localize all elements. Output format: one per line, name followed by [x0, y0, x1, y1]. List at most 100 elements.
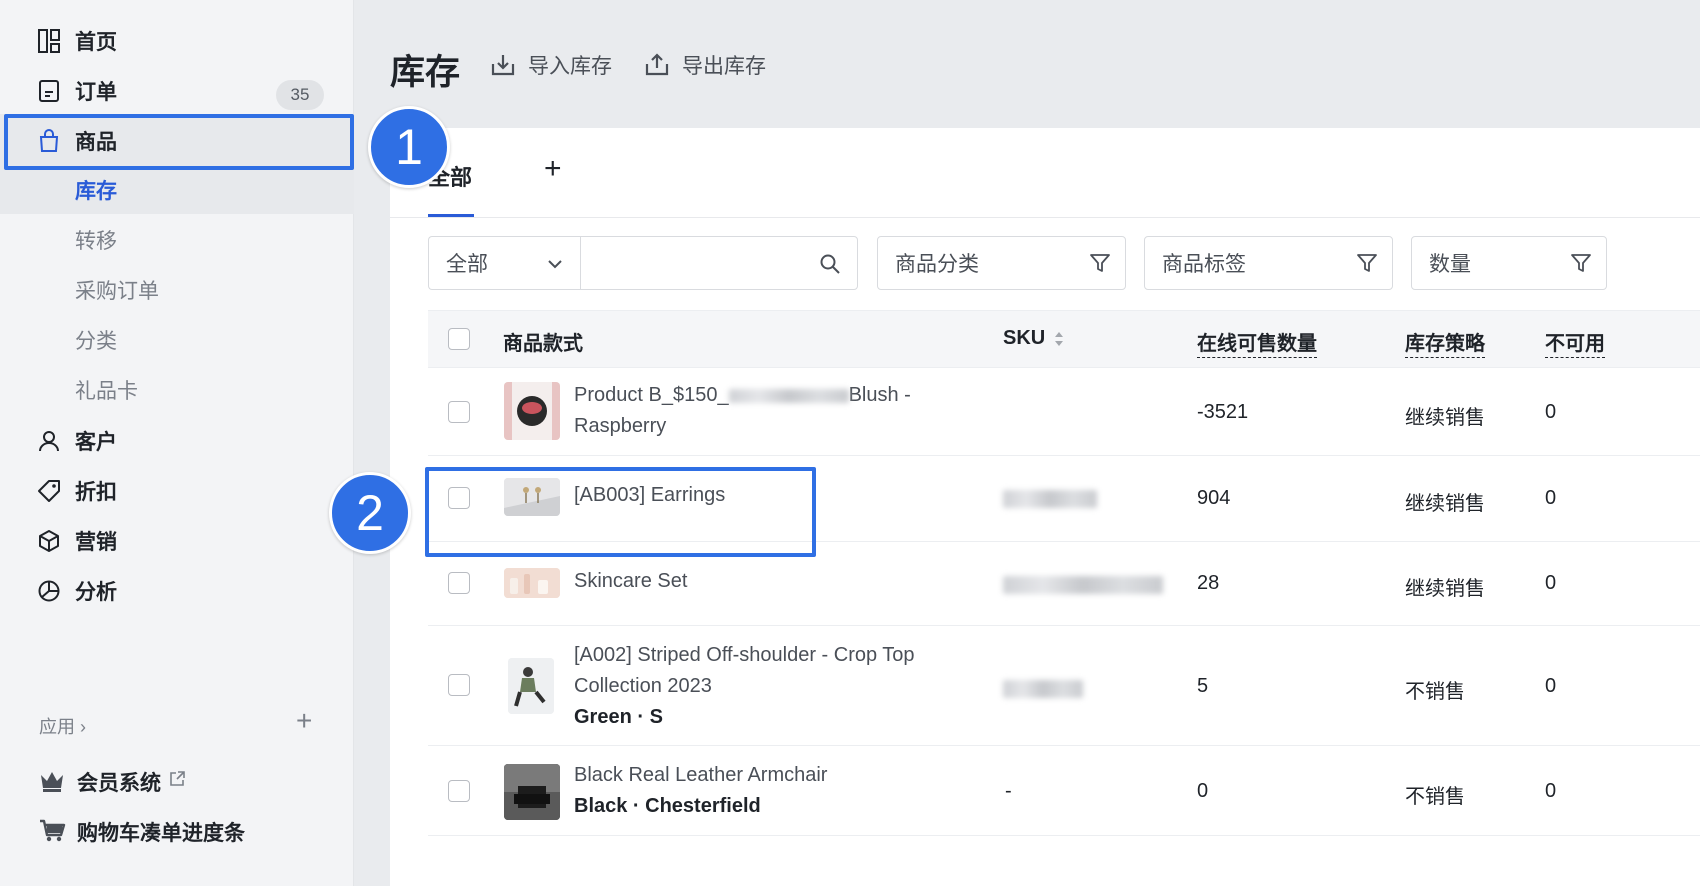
category-filter[interactable]: 商品分类	[877, 236, 1126, 290]
product-name: Black Real Leather Armchair Black · Ches…	[574, 760, 827, 822]
column-header-available: 在线可售数量	[1197, 327, 1317, 358]
page-header: 库存 导入库存 导出库存	[390, 0, 1700, 128]
add-app-button[interactable]: +	[296, 707, 312, 735]
tags-filter[interactable]: 商品标签	[1144, 236, 1393, 290]
available-qty[interactable]: 5	[1197, 675, 1208, 698]
app-item-membership[interactable]: 会员系统	[0, 758, 354, 802]
available-qty[interactable]: 904	[1197, 487, 1230, 510]
redacted-sku	[1003, 680, 1083, 698]
unavailable-qty: 0	[1545, 675, 1557, 697]
unavailable-qty: 0	[1545, 401, 1557, 423]
sidebar-item-discounts[interactable]: 折扣	[0, 464, 354, 518]
product-thumbnail	[504, 568, 560, 598]
row-checkbox[interactable]	[448, 401, 470, 423]
sidebar-item-customers[interactable]: 客户	[0, 414, 354, 468]
step-marker-2: 2	[329, 472, 411, 554]
available-qty[interactable]: 28	[1197, 572, 1219, 595]
row-checkbox[interactable]	[448, 780, 470, 802]
search-input[interactable]	[580, 236, 858, 290]
import-inventory-button[interactable]: 导入库存	[490, 50, 612, 80]
import-icon	[491, 55, 515, 76]
tabs-divider	[390, 217, 1700, 218]
cube-icon	[37, 527, 61, 555]
table-row[interactable]: [A002] Striped Off-shoulder - Crop Top C…	[428, 626, 1700, 746]
order-doc-icon	[37, 77, 61, 105]
quantity-filter[interactable]: 数量	[1411, 236, 1607, 290]
available-qty[interactable]: 0	[1197, 780, 1208, 803]
scope-select-value: 全部	[446, 253, 488, 276]
page-title: 库存	[390, 53, 461, 92]
sidebar-subitem-label: 礼品卡	[75, 380, 138, 403]
tags-filter-label: 商品标签	[1162, 253, 1246, 276]
product-name: Skincare Set	[574, 566, 687, 597]
product-name: Product B_$150_ Blush - Raspberry	[574, 380, 911, 442]
inventory-policy: 继续销售	[1405, 578, 1485, 600]
search-icon	[820, 254, 840, 274]
app-item-label: 会员系统	[77, 772, 161, 795]
sidebar-subitem-collections[interactable]: 分类	[0, 310, 354, 364]
table-row[interactable]: Black Real Leather Armchair Black · Ches…	[428, 746, 1700, 836]
filter-funnel-icon	[1090, 254, 1110, 272]
select-all-checkbox[interactable]	[448, 328, 470, 350]
sidebar-subitem-label: 分类	[75, 330, 117, 353]
sidebar-subitem-purchase-orders[interactable]: 采购订单	[0, 260, 354, 314]
app-item-cart-progress[interactable]: 购物车凑单进度条	[0, 808, 354, 852]
redacted-sku	[1003, 490, 1097, 508]
product-thumbnail	[508, 658, 554, 714]
product-name-part: Product B_$150_	[574, 384, 729, 406]
redacted-sku	[1003, 576, 1163, 594]
export-icon	[645, 53, 669, 76]
export-inventory-label: 导出库存	[682, 55, 766, 78]
person-icon	[37, 427, 61, 455]
product-name-line2: Collection 2023	[574, 675, 712, 697]
app-item-label: 购物车凑单进度条	[77, 822, 245, 845]
sidebar-subitem-gift-cards[interactable]: 礼品卡	[0, 360, 354, 414]
sku-value: -	[1005, 780, 1012, 802]
sidebar-subitem-label: 采购订单	[75, 280, 159, 303]
pie-chart-icon	[37, 577, 61, 605]
apps-section-header[interactable]: 应用 ›	[39, 713, 86, 739]
product-name-line1: Black Real Leather Armchair	[574, 764, 828, 786]
unavailable-qty: 0	[1545, 487, 1557, 509]
crown-icon	[38, 766, 66, 794]
sidebar-item-analytics[interactable]: 分析	[0, 564, 354, 618]
sort-icon[interactable]	[1053, 329, 1065, 354]
column-header-product: 商品款式	[503, 333, 583, 355]
inventory-policy: 继续销售	[1405, 407, 1485, 429]
row-checkbox[interactable]	[448, 572, 470, 594]
step-marker-1: 1	[368, 106, 450, 188]
filter-funnel-icon	[1357, 254, 1377, 272]
sidebar-subitem-label: 库存	[75, 180, 117, 203]
product-thumbnail	[504, 764, 560, 820]
unavailable-qty: 0	[1545, 572, 1557, 594]
sidebar-subitem-transfers[interactable]: 转移	[0, 210, 354, 264]
sidebar-subitem-label: 转移	[75, 230, 117, 253]
sidebar-item-label: 客户	[75, 431, 117, 454]
row-checkbox[interactable]	[448, 674, 470, 696]
scope-select[interactable]: 全部	[428, 236, 580, 290]
export-inventory-button[interactable]: 导出库存	[644, 50, 766, 80]
home-grid-icon	[37, 27, 61, 55]
sidebar-item-home[interactable]: 首页	[0, 14, 354, 68]
quantity-filter-label: 数量	[1429, 253, 1471, 276]
unavailable-qty: 0	[1545, 780, 1557, 802]
inventory-policy: 不销售	[1405, 681, 1465, 703]
inventory-policy: 继续销售	[1405, 493, 1485, 515]
table-row[interactable]: Product B_$150_ Blush - Raspberry -3521 继…	[428, 368, 1700, 456]
add-view-button[interactable]: +	[544, 152, 562, 186]
sidebar-item-label: 营销	[75, 531, 117, 554]
column-header-sku[interactable]: SKU	[1003, 327, 1045, 350]
product-variant: Black · Chesterfield	[574, 795, 761, 817]
cart-icon	[38, 816, 66, 844]
import-inventory-label: 导入库存	[528, 55, 612, 78]
product-name-part: Blush -	[848, 384, 911, 406]
highlight-box-products	[4, 114, 354, 170]
available-qty[interactable]: -3521	[1197, 401, 1248, 424]
chevron-down-icon	[548, 260, 562, 269]
sidebar-item-label: 首页	[75, 31, 117, 54]
sidebar-item-label: 订单	[75, 81, 117, 104]
highlight-box-earrings	[425, 467, 816, 557]
sidebar-item-marketing[interactable]: 营销	[0, 514, 354, 568]
product-variant: Green · S	[574, 706, 663, 728]
sidebar-item-label: 折扣	[75, 481, 117, 504]
